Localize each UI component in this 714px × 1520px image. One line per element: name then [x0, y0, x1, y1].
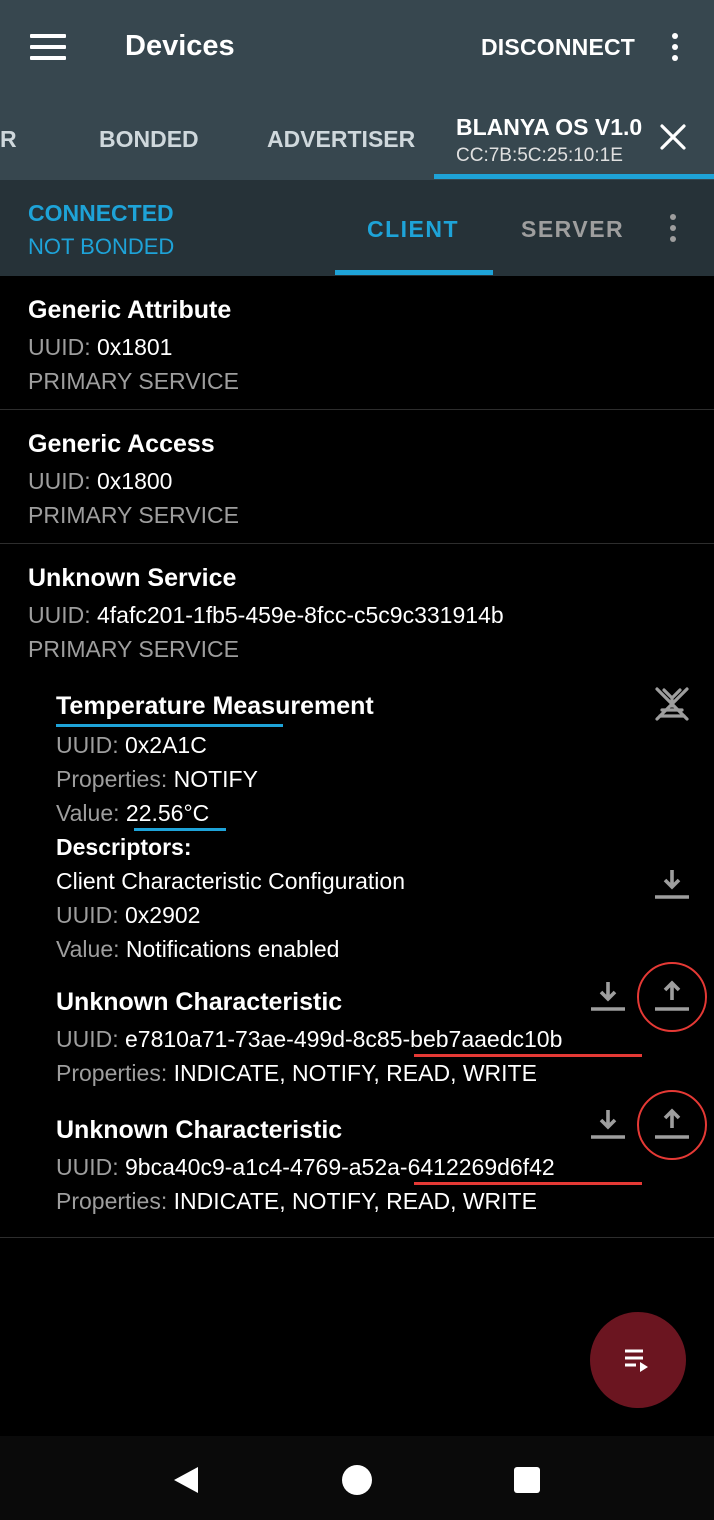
service-item[interactable]: Generic Attribute UUID: 0x1801 PRIMARY S…	[0, 276, 714, 410]
service-name: Generic Attribute	[28, 296, 232, 324]
descriptor-name: Client Characteristic Configuration	[56, 868, 405, 894]
connection-status-bar: CONNECTED NOT BONDED CLIENT SERVER	[0, 180, 714, 276]
characteristic-value: Value: 22.56°C	[56, 800, 210, 826]
annotation-underline	[414, 1054, 642, 1057]
characteristic-name: Unknown Characteristic	[56, 988, 343, 1016]
hamburger-menu-icon[interactable]	[30, 34, 66, 60]
service-item[interactable]: Generic Access UUID: 0x1800 PRIMARY SERV…	[0, 410, 714, 544]
service-type: PRIMARY SERVICE	[28, 636, 239, 662]
recents-icon[interactable]	[513, 1466, 541, 1494]
highlight-underline	[56, 724, 283, 727]
annotation-circle	[637, 1090, 707, 1160]
device-mac: CC:7B:5C:25:10:1E	[456, 145, 623, 166]
system-nav-bar	[0, 1436, 714, 1520]
service-type: PRIMARY SERVICE	[28, 502, 239, 528]
tab-client[interactable]: CLIENT	[367, 216, 459, 243]
descriptors-heading: Descriptors:	[56, 834, 192, 860]
read-download-icon[interactable]	[652, 864, 692, 904]
characteristic-properties: Properties: NOTIFY	[56, 766, 258, 792]
characteristic-uuid: UUID: e7810a71-73ae-499d-8c85-beb7aaedc1…	[56, 1026, 563, 1052]
more-vertical-icon[interactable]	[672, 33, 678, 66]
characteristic-uuid: UUID: 0x2A1C	[56, 732, 207, 758]
device-tab-bar: R BONDED ADVERTISER BLANYA OS V1.0 CC:7B…	[0, 96, 714, 180]
disconnect-button[interactable]: DISCONNECT	[481, 34, 635, 61]
app-bar: Devices DISCONNECT	[0, 0, 714, 96]
playlist-play-icon	[625, 1349, 648, 1372]
read-download-icon[interactable]	[588, 976, 628, 1016]
tab-server[interactable]: SERVER	[521, 216, 624, 243]
tab-scanner-partial[interactable]: R	[0, 126, 17, 153]
service-uuid: UUID: 4fafc201-1fb5-459e-8fcc-c5c9c33191…	[28, 602, 504, 628]
active-tab-indicator	[434, 174, 714, 179]
back-icon[interactable]	[170, 1465, 200, 1495]
service-uuid: UUID: 0x1801	[28, 334, 173, 360]
descriptor-uuid: UUID: 0x2902	[56, 902, 201, 928]
service-item[interactable]: Unknown Service UUID: 4fafc201-1fb5-459e…	[0, 544, 714, 1238]
characteristic-properties: Properties: INDICATE, NOTIFY, READ, WRIT…	[56, 1060, 537, 1086]
highlight-underline	[134, 828, 226, 831]
annotation-circle	[637, 962, 707, 1032]
characteristic-properties: Properties: INDICATE, NOTIFY, READ, WRIT…	[56, 1188, 537, 1214]
tab-device[interactable]: BLANYA OS V1.0 CC:7B:5C:25:10:1E	[456, 114, 642, 167]
characteristic-uuid: UUID: 9bca40c9-a1c4-4769-a52a-6412269d6f…	[56, 1154, 555, 1180]
bond-state: NOT BONDED	[28, 234, 175, 259]
close-icon[interactable]	[658, 122, 688, 152]
connection-state: CONNECTED	[28, 200, 174, 226]
service-name: Unknown Service	[28, 564, 237, 592]
characteristic-name: Temperature Measurement	[56, 692, 374, 720]
annotation-underline	[414, 1182, 642, 1185]
notifications-disabled-icon[interactable]	[652, 684, 692, 724]
active-subtab-indicator	[335, 270, 493, 275]
characteristic-name: Unknown Characteristic	[56, 1116, 343, 1144]
service-uuid: UUID: 0x1800	[28, 468, 173, 494]
log-fab-button[interactable]	[590, 1312, 686, 1408]
service-type: PRIMARY SERVICE	[28, 368, 239, 394]
more-vertical-icon[interactable]	[670, 214, 676, 247]
home-icon[interactable]	[341, 1464, 373, 1496]
page-title: Devices	[125, 30, 235, 62]
read-download-icon[interactable]	[588, 1104, 628, 1144]
device-name: BLANYA OS V1.0	[456, 114, 643, 140]
descriptor-value: Value: Notifications enabled	[56, 936, 340, 962]
tab-advertiser[interactable]: ADVERTISER	[267, 126, 415, 153]
tab-bonded[interactable]: BONDED	[99, 126, 199, 153]
service-name: Generic Access	[28, 430, 215, 458]
